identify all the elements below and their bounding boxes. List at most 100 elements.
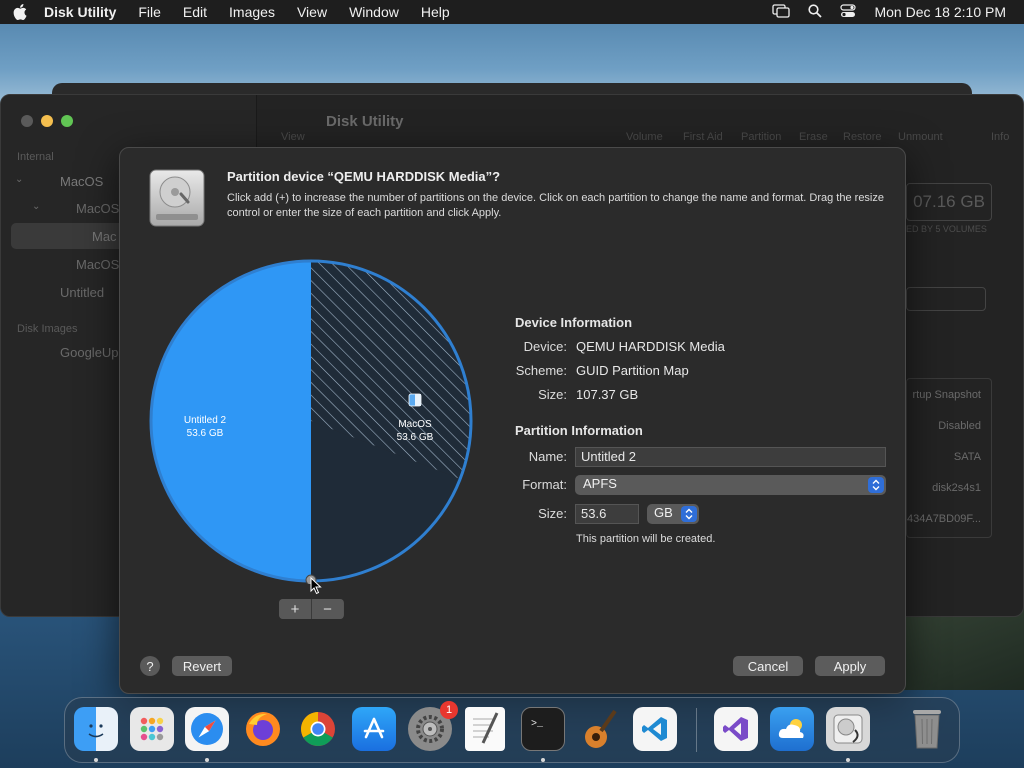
- device-size-label: Size:: [538, 387, 567, 402]
- menu-window[interactable]: Window: [349, 4, 399, 20]
- scheme-value: GUID Partition Map: [576, 363, 689, 378]
- partition-information-heading: Partition Information: [515, 423, 643, 438]
- toolbar-view[interactable]: View: [281, 131, 305, 143]
- vscode-icon[interactable]: [633, 707, 677, 751]
- textedit-icon[interactable]: [465, 707, 505, 751]
- finder-running-indicator: [94, 758, 98, 762]
- disk-utility-running-indicator: [846, 758, 850, 762]
- sheet-description: Click add (+) to increase the number of …: [227, 192, 884, 219]
- device-value: QEMU HARDDISK Media: [576, 339, 725, 354]
- terminal-running-indicator: [541, 758, 545, 762]
- toolbar-info[interactable]: Info: [991, 131, 1009, 143]
- capacity-readout: 07.16 GB: [906, 183, 992, 221]
- help-button[interactable]: ?: [140, 656, 160, 676]
- info-value-connection: SATA: [953, 451, 981, 463]
- zoom-button[interactable]: [61, 115, 73, 127]
- app-store-icon[interactable]: [352, 707, 396, 751]
- add-remove-control: + −: [279, 599, 344, 619]
- pie-size-macos: 53.6 GB: [397, 432, 434, 443]
- partition-name-field[interactable]: Untitled 2: [575, 447, 886, 467]
- disk-utility-icon[interactable]: [826, 707, 870, 751]
- sidebar-section-internal: Internal: [17, 151, 54, 163]
- name-label: Name:: [528, 449, 567, 464]
- dock: 1 >_: [64, 697, 960, 763]
- screen-mirroring-icon[interactable]: [772, 3, 791, 21]
- size-unit-value: GB: [654, 505, 673, 520]
- toolbar-erase[interactable]: Erase: [799, 131, 828, 143]
- terminal-icon[interactable]: >_: [521, 707, 565, 751]
- format-select[interactable]: APFS: [575, 475, 886, 495]
- pie-label-untitled-2: Untitled 2: [184, 415, 227, 426]
- toolbar-partition[interactable]: Partition: [741, 131, 781, 143]
- add-partition-button[interactable]: +: [279, 599, 311, 619]
- chevron-up-down-icon: [681, 506, 697, 522]
- menu-images[interactable]: Images: [229, 4, 275, 20]
- size-unit-select[interactable]: GB: [647, 504, 699, 524]
- chevron-down-icon[interactable]: ⌄: [15, 174, 23, 185]
- sidebar-item-untitled[interactable]: Untitled: [60, 285, 104, 300]
- menu-view[interactable]: View: [297, 4, 327, 20]
- sidebar-item-macos-container[interactable]: MacOS: [76, 201, 119, 216]
- menu-file[interactable]: File: [138, 4, 161, 20]
- chrome-icon[interactable]: [296, 707, 340, 751]
- notification-badge: 1: [440, 701, 458, 719]
- device-label: Device:: [523, 339, 567, 354]
- close-button[interactable]: [21, 115, 33, 127]
- toolbar-first-aid[interactable]: First Aid: [683, 131, 723, 143]
- pie-size-untitled-2: 53.6 GB: [187, 428, 224, 439]
- dock-separator: [696, 708, 697, 752]
- trash-icon[interactable]: [905, 707, 949, 751]
- menu-edit[interactable]: Edit: [183, 4, 207, 20]
- info-value-device: disk2s4s1: [932, 482, 981, 494]
- scheme-label: Scheme:: [515, 363, 567, 378]
- revert-button[interactable]: Revert: [172, 656, 232, 676]
- launchpad-icon[interactable]: [130, 707, 174, 751]
- info-value-owners: Disabled: [938, 420, 981, 432]
- menu-clock[interactable]: Mon Dec 18 2:10 PM: [874, 4, 1006, 20]
- device-information-heading: Device Information: [515, 315, 633, 330]
- firefox-icon[interactable]: [241, 707, 285, 751]
- svg-text:>_: >_: [531, 719, 544, 730]
- garageband-icon[interactable]: [577, 707, 621, 751]
- hard-disk-icon: [148, 168, 206, 228]
- sidebar-item-macos-volume[interactable]: Mac: [92, 229, 117, 244]
- toolbar-restore[interactable]: Restore: [843, 131, 882, 143]
- menu-help[interactable]: Help: [421, 4, 450, 20]
- sidebar-item-macos-disk[interactable]: MacOS: [60, 174, 103, 189]
- weather-icon[interactable]: [770, 707, 814, 751]
- info-value-snapshot: rtup Snapshot: [912, 389, 982, 401]
- partition-size-field[interactable]: 53.6: [575, 504, 639, 524]
- sidebar-section-disk-images: Disk Images: [17, 323, 78, 335]
- sheet-title: Partition device “QEMU HARDDISK Media”?: [227, 169, 501, 184]
- apple-menu-icon[interactable]: [12, 4, 28, 20]
- toolbar-unmount[interactable]: Unmount: [898, 131, 943, 143]
- pie-slice-untitled-2[interactable]: [151, 261, 311, 581]
- pie-label-macos: MacOS: [398, 419, 432, 430]
- finder-icon[interactable]: [74, 707, 118, 751]
- info-value-uuid: 434A7BD09F...: [907, 513, 981, 525]
- toolbar-volume[interactable]: Volume: [626, 131, 663, 143]
- partition-pie-chart[interactable]: Untitled 2 53.6 GB MacOS 53.6 GB: [148, 258, 474, 584]
- chevron-up-down-icon: [868, 477, 884, 493]
- remove-partition-button[interactable]: −: [311, 599, 343, 619]
- device-size-value: 107.37 GB: [576, 387, 639, 402]
- control-center-icon[interactable]: [840, 3, 857, 21]
- format-select-value: APFS: [583, 476, 617, 491]
- safari-running-indicator: [205, 758, 209, 762]
- minimize-button[interactable]: [41, 115, 53, 127]
- visual-studio-icon[interactable]: [714, 707, 758, 751]
- partition-size-label: Size:: [538, 506, 567, 521]
- menu-bar: Disk Utility File Edit Images View Windo…: [0, 0, 1024, 24]
- macos-finder-icon: [408, 393, 422, 407]
- sidebar-item-googleup[interactable]: GoogleUp: [60, 345, 119, 360]
- cancel-button[interactable]: Cancel: [733, 656, 803, 676]
- background-field: [906, 287, 986, 311]
- sidebar-item-macos-data[interactable]: MacOS: [76, 257, 119, 272]
- chevron-down-icon[interactable]: ⌄: [32, 201, 40, 212]
- apply-button[interactable]: Apply: [815, 656, 885, 676]
- format-label: Format:: [522, 477, 567, 492]
- menu-app-name[interactable]: Disk Utility: [44, 4, 116, 20]
- system-preferences-icon[interactable]: 1: [408, 701, 458, 751]
- spotlight-search-icon[interactable]: [808, 3, 823, 21]
- safari-icon[interactable]: [185, 707, 229, 751]
